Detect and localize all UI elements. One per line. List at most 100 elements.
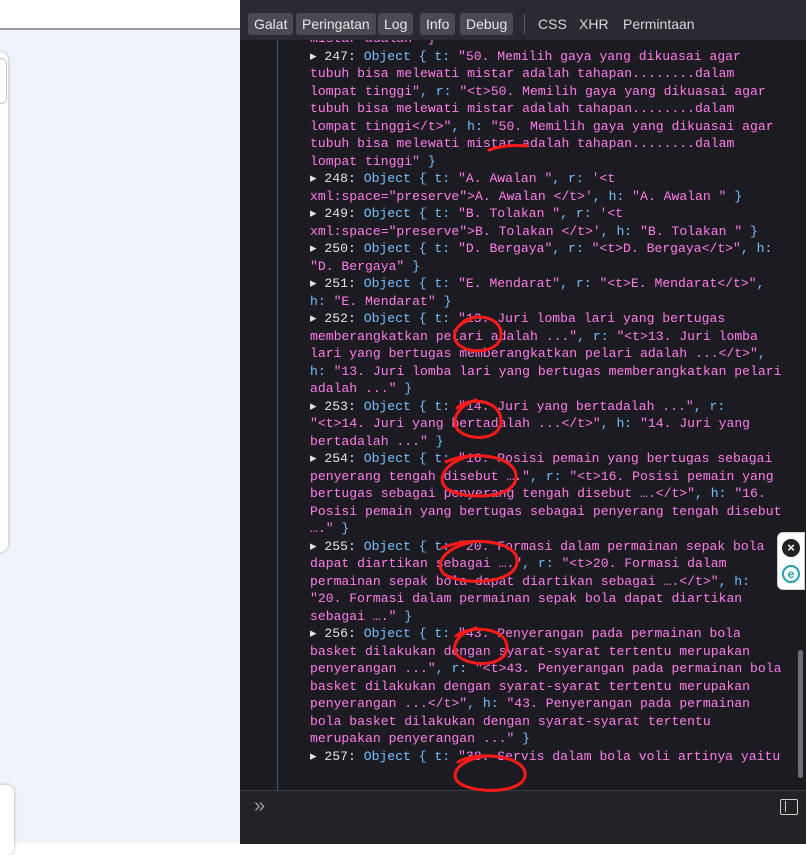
console-token: ▸ 252: [310,311,364,326]
console-log-line[interactable]: xml:space="preserve">A. Awalan </t>', h:… [310,188,800,206]
console-token: } [726,188,743,204]
page-bottom-card [0,785,14,855]
filter-errors-button[interactable]: Galat [248,13,294,35]
console-log-line[interactable]: basket dilakukan dengan syarat-syarat te… [310,643,800,661]
console-log-line[interactable]: bola basket dilakukan dengan syarat-syar… [310,713,800,731]
console-log-line[interactable]: ▸ 251: Object { t: "E. Mendarat", r: "<t… [310,275,800,293]
console-log-line[interactable]: bertadalah ..." } [310,433,800,451]
console-log-line[interactable]: lompat tinggi" } [310,153,800,171]
console-log-line[interactable]: ▸ 252: Object { t: "13. Juri lomba lari … [310,310,800,328]
console-token: "<t>13. Juri lomba [616,328,758,344]
console-log-line[interactable]: penyerangan ...", r: "<t>43. Penyerangan… [310,660,800,678]
filter-info-button[interactable]: Info [420,13,456,35]
console-log-line[interactable]: penyerang tengah disebut ….", r: "<t>16.… [310,468,800,486]
console-token: "<t>50. Memilih gaya yang dikuasai agar [459,83,766,99]
filter-xhr-button[interactable]: XHR [579,13,609,35]
console-log-line[interactable]: "D. Bergaya" } [310,258,800,276]
console-token: Object { t: [363,206,459,221]
console-log-line[interactable]: ▸ 249: Object { t: "B. Tolakan ", r: '<t [310,205,800,223]
console-token: Object { t: [363,48,459,64]
console-token: "14. Juri yang bertadalah ..." [458,398,694,414]
console-input-bar[interactable]: » [240,790,806,844]
console-token: , h: [600,416,641,431]
console-token: , r: [552,241,592,256]
split-console-icon[interactable] [780,799,798,815]
console-token: , h: [451,118,491,134]
console-filter-toolbar: Galat Peringatan Log Info Debug CSS XHR … [240,0,806,41]
console-token: "<t>20. Formasi dalam [561,556,727,571]
console-gutter-line [277,40,278,790]
extension-e-icon[interactable]: e [782,565,800,583]
devtools-panel: Galat Peringatan Log Info Debug CSS XHR … [240,0,806,844]
console-log-line[interactable]: penyerangan ...</t>", h: "43. Penyeranga… [310,695,800,713]
console-log-line[interactable]: memberangkatkan pelari adalah ...", r: "… [310,328,800,346]
console-log-line[interactable]: h: "13. Juri lomba lari yang bertugas me… [310,363,800,381]
console-log-line[interactable]: tubuh bisa melewati mistar adalah tahapa… [310,135,800,153]
console-log-line[interactable]: dapat diartikan sebagai ….", r: "<t>20. … [310,555,800,573]
console-log-line[interactable]: ▸ 256: Object { t: "43. Penyerangan pada… [310,625,800,643]
console-log-line[interactable]: ▸ 257: Object { t: "38. Servis dalam bol… [310,748,800,766]
console-token: tubuh bisa melewati mistar adalah tahapa… [310,136,735,151]
console-token: Object { t: [363,311,459,326]
filter-warnings-button[interactable]: Peringatan [296,13,376,35]
console-output-area[interactable]: mistar adalah" } ▸ 247: Object { t: "50. … [240,40,806,790]
console-log-line[interactable]: adalah ..." } [310,380,800,398]
filter-requests-button[interactable]: Permintaan [623,13,695,35]
console-token: , h: [467,696,507,711]
console-log-line[interactable]: ▸ 255: Object { t: "20. Formasi dalam pe… [310,538,800,556]
console-log-line[interactable]: ▸ 247: Object { t: "50. Memilih gaya yan… [310,48,800,66]
console-token: , r: [560,276,600,291]
console-log-line[interactable]: basket dilakukan dengan syarat-syarat te… [310,678,800,696]
console-log-line[interactable]: lompat tinggi", r: "<t>50. Memilih gaya … [310,83,800,101]
page-card-handle[interactable] [0,58,7,104]
console-token: Object { t: [363,451,459,466]
console-token: "20. Formasi dalam permainan sepak bola … [310,591,743,606]
console-token: "<t>43. Penyerangan pada permainan bola [475,661,782,676]
console-token: "<t>E. Mendarat</t>" [599,276,757,291]
console-token: , h: [592,188,633,204]
console-log-line[interactable]: lari yang bertugas memberangkatkan pelar… [310,345,800,363]
console-log-line[interactable]: ▸ 250: Object { t: "D. Bergaya", r: "<t>… [310,240,800,258]
console-log-line[interactable]: h: "E. Mendarat" } [310,293,800,311]
filter-log-button[interactable]: Log [378,13,414,35]
console-token: , r: [530,468,570,484]
filter-css-button[interactable]: CSS [538,13,567,35]
console-token: "50. Memilih gaya yang dikuasai agar [458,48,741,64]
console-token: sebagai …." [310,608,397,624]
console-log-line[interactable]: lompat tinggi</t>", h: "50. Memilih gaya… [310,118,800,136]
close-icon[interactable]: × [782,539,800,557]
console-token: "14. Juri yang [640,416,751,431]
console-token: h: [310,363,334,379]
console-log-line[interactable]: tubuh bisa melewati mistar adalah tahapa… [310,100,800,118]
console-token: bola basket dilakukan dengan syarat-syar… [310,713,711,729]
console-token: xml:space="preserve">B. Tolakan </t>' [310,223,601,239]
console-log-line[interactable]: xml:space="preserve">B. Tolakan </t>', h… [310,223,800,241]
console-token: Object { t: [363,748,459,764]
console-token: "13. Juri lomba lari yang bertugas [458,311,726,326]
console-log-line[interactable]: ▸ 248: Object { t: "A. Awalan ", r: '<t [310,170,800,188]
filter-debug-button[interactable]: Debug [460,13,514,35]
console-token: ▸ 253: [310,398,364,414]
console-token: , h: [718,573,751,589]
console-log-line[interactable]: sebagai …." } [310,608,800,626]
console-log-line[interactable]: permainan sepak bola dapat diartikan seb… [310,573,800,591]
console-token: } [514,731,531,746]
console-prompt-icon: » [254,795,266,817]
console-token: , r: [577,328,617,344]
console-token: bertadalah ..." [310,433,428,449]
console-token: , r: [522,556,562,571]
console-log-line[interactable]: ▸ 254: Object { t: "16. Posisi pemain ya… [310,450,800,468]
console-token: ▸ 255: [310,538,364,554]
console-log-line[interactable]: bertugas sebagai penyerang tengah disebu… [310,485,800,503]
console-log-line[interactable]: Posisi pemain yang bertugas sebagai peny… [310,503,800,521]
console-token: , r: [435,661,476,676]
console-log-line[interactable]: mistar adalah" } [310,40,800,48]
console-token: lompat tinggi" [310,83,421,99]
console-log-line[interactable]: "<t>14. Juri yang bertadalah ...</t>", h… [310,415,800,433]
console-log-line[interactable]: tubuh bisa melewati mistar adalah tahapa… [310,65,800,83]
console-log-line[interactable]: merupakan penyerangan ..." } [310,730,800,748]
console-log-line[interactable]: …." } [310,520,800,538]
console-log-line[interactable]: ▸ 253: Object { t: "14. Juri yang bertad… [310,398,800,416]
console-log-line[interactable]: "20. Formasi dalam permainan sepak bola … [310,590,800,608]
console-scrollbar[interactable] [798,650,803,778]
